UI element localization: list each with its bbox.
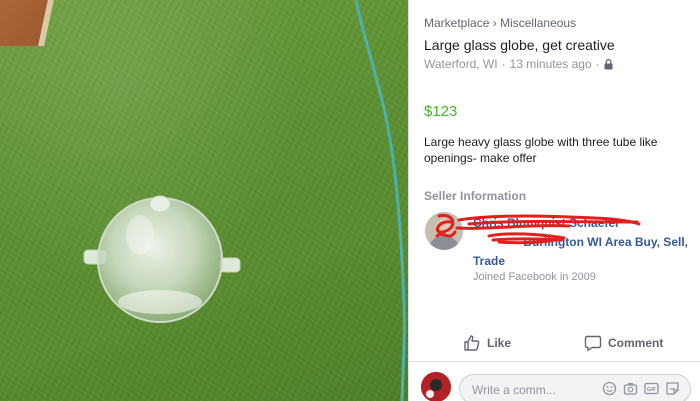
svg-text:GIF: GIF (647, 387, 657, 393)
gif-icon[interactable]: GIF (644, 381, 659, 396)
seller-group-link[interactable]: Burlington WI Area Buy, Sell, Trade (473, 233, 688, 271)
comment-button[interactable]: Comment (584, 334, 663, 352)
like-icon (464, 335, 480, 351)
seller-group-line1: Burlington WI Area Buy, Sell, (523, 235, 688, 249)
breadcrumb-separator: › (492, 16, 497, 30)
current-user-avatar[interactable] (421, 372, 451, 401)
comment-composer: Write a comm... GIF (409, 364, 700, 401)
breadcrumb-marketplace[interactable]: Marketplace (424, 16, 489, 30)
seller-name-link[interactable]: Chris Blumquist Schaefer (473, 214, 688, 233)
glass-globe (83, 195, 241, 323)
listing-info-panel: Marketplace › Miscellaneous Large glass … (408, 0, 700, 401)
composer-icons: GIF (602, 381, 680, 396)
seller-heading: Seller Information (424, 189, 527, 203)
comment-input[interactable]: Write a comm... GIF (459, 374, 691, 401)
lock-icon (604, 58, 613, 69)
camera-icon[interactable] (623, 381, 638, 396)
listing-meta: Waterford, WI · 13 minutes ago · (424, 57, 613, 71)
like-button[interactable]: Like (463, 334, 511, 352)
listing-time[interactable]: 13 minutes ago (510, 57, 592, 71)
emoji-icon[interactable] (602, 381, 617, 396)
listing-photo[interactable] (0, 0, 408, 401)
breadcrumb: Marketplace › Miscellaneous (424, 16, 576, 30)
listing-description: Large heavy glass globe with three tube … (424, 135, 658, 165)
like-label: Like (487, 336, 512, 350)
listing-title: Large glass globe, get creative (424, 37, 615, 53)
meta-separator-2: · (595, 57, 600, 71)
breadcrumb-category[interactable]: Miscellaneous (500, 16, 576, 30)
seller-avatar[interactable] (425, 212, 463, 250)
meta-separator: · (501, 57, 506, 71)
seller-joined: Joined Facebook in 2009 (473, 271, 596, 283)
seller-group-line2: Trade (473, 254, 506, 268)
listing-location[interactable]: Waterford, WI (424, 57, 498, 71)
comment-icon (584, 335, 602, 352)
comment-placeholder: Write a comm... (472, 383, 556, 397)
listing-price: $123 (424, 103, 458, 120)
action-bar: Like Comment (409, 326, 700, 362)
sticker-icon[interactable] (665, 381, 680, 396)
comment-label: Comment (608, 336, 664, 350)
